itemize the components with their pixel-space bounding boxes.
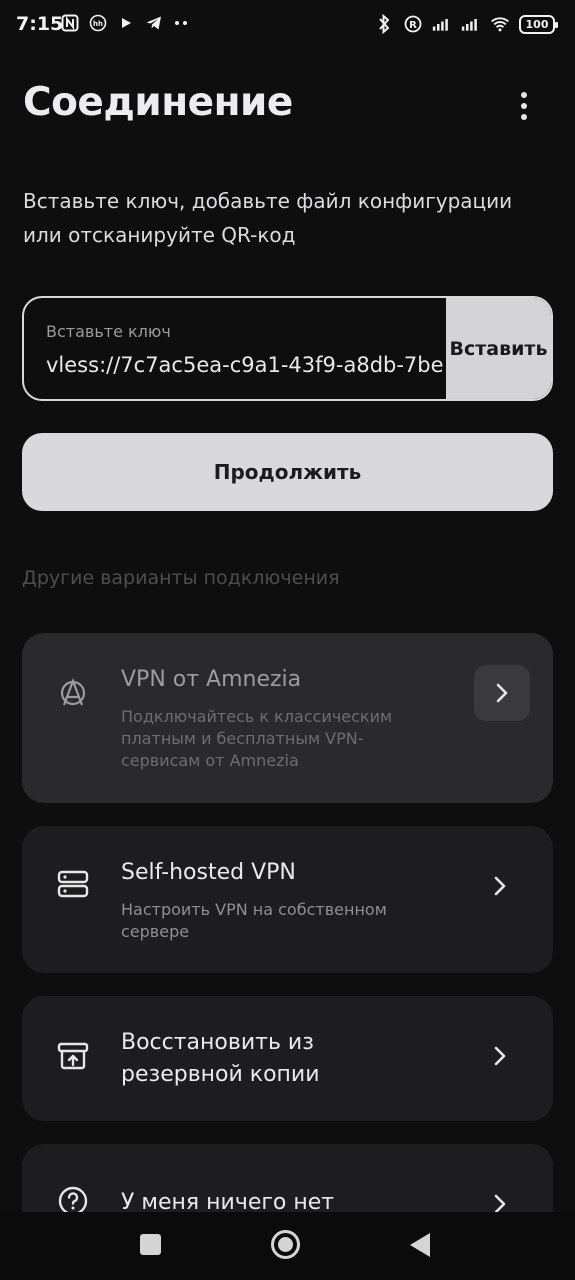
more-vertical-icon[interactable] — [508, 84, 540, 128]
nfc-icon — [60, 13, 80, 33]
page-title: Соединение — [23, 80, 293, 125]
continue-button[interactable]: Продолжить — [22, 433, 553, 511]
play-icon — [116, 13, 136, 33]
option-self-hosted-vpn[interactable]: Self-hosted VPN Настроить VPN на собстве… — [22, 826, 553, 973]
server-icon — [56, 867, 90, 901]
svg-text:hh: hh — [93, 20, 103, 28]
chevron-right-icon[interactable] — [474, 665, 530, 721]
hh-app-icon: hh — [88, 13, 108, 33]
option-restore-backup[interactable]: Восстановить из резервной копии — [22, 996, 553, 1121]
option-title: Self-hosted VPN — [121, 860, 296, 885]
chevron-right-icon[interactable] — [482, 1038, 518, 1074]
option-description: Настроить VPN на собственном сервере — [121, 900, 387, 941]
wifi-icon — [490, 14, 510, 34]
recent-apps-button[interactable] — [140, 1234, 161, 1255]
key-input-label: Вставьте ключ — [46, 322, 171, 341]
archive-restore-icon — [56, 1039, 90, 1073]
svg-text:R: R — [409, 20, 417, 31]
signal-icon — [432, 14, 452, 34]
amnezia-logo-icon — [56, 676, 90, 710]
signal-icon — [461, 14, 481, 34]
system-icons: R 100 — [374, 14, 558, 34]
more-dots-icon — [172, 13, 192, 33]
page-subtitle: Вставьте ключ, добавьте файл конфигураци… — [23, 189, 513, 247]
key-input-field[interactable]: Вставьте ключ vless://7c7ac5ea-c9a1-43f9… — [22, 296, 553, 401]
paste-button[interactable]: Вставить — [446, 298, 551, 399]
notification-icons: hh — [60, 13, 192, 33]
back-button[interactable] — [410, 1233, 430, 1257]
option-title: VPN от Amnezia — [121, 667, 302, 692]
system-navigation-bar — [0, 1212, 575, 1280]
section-label: Другие варианты подключения — [22, 567, 340, 589]
chevron-right-icon[interactable] — [482, 868, 518, 904]
status-time: 7:15 — [16, 13, 64, 35]
registered-icon: R — [403, 14, 423, 34]
bluetooth-icon — [374, 14, 394, 34]
key-input-value[interactable]: vless://7c7ac5ea-c9a1-43f9-a8db-7be — [46, 353, 446, 377]
option-description: Подключайтесь к классическим платным и б… — [121, 707, 393, 770]
telegram-icon — [144, 13, 164, 33]
battery-indicator: 100 — [519, 14, 558, 34]
status-bar: 7:15 hh R 100 — [0, 0, 575, 52]
home-button[interactable] — [271, 1230, 300, 1259]
option-title: Восстановить из резервной копии — [121, 1030, 320, 1087]
option-nothing[interactable]: У меня ничего нет — [22, 1144, 553, 1216]
option-amnezia-vpn[interactable]: VPN от Amnezia Подключайтесь к классичес… — [22, 633, 553, 803]
